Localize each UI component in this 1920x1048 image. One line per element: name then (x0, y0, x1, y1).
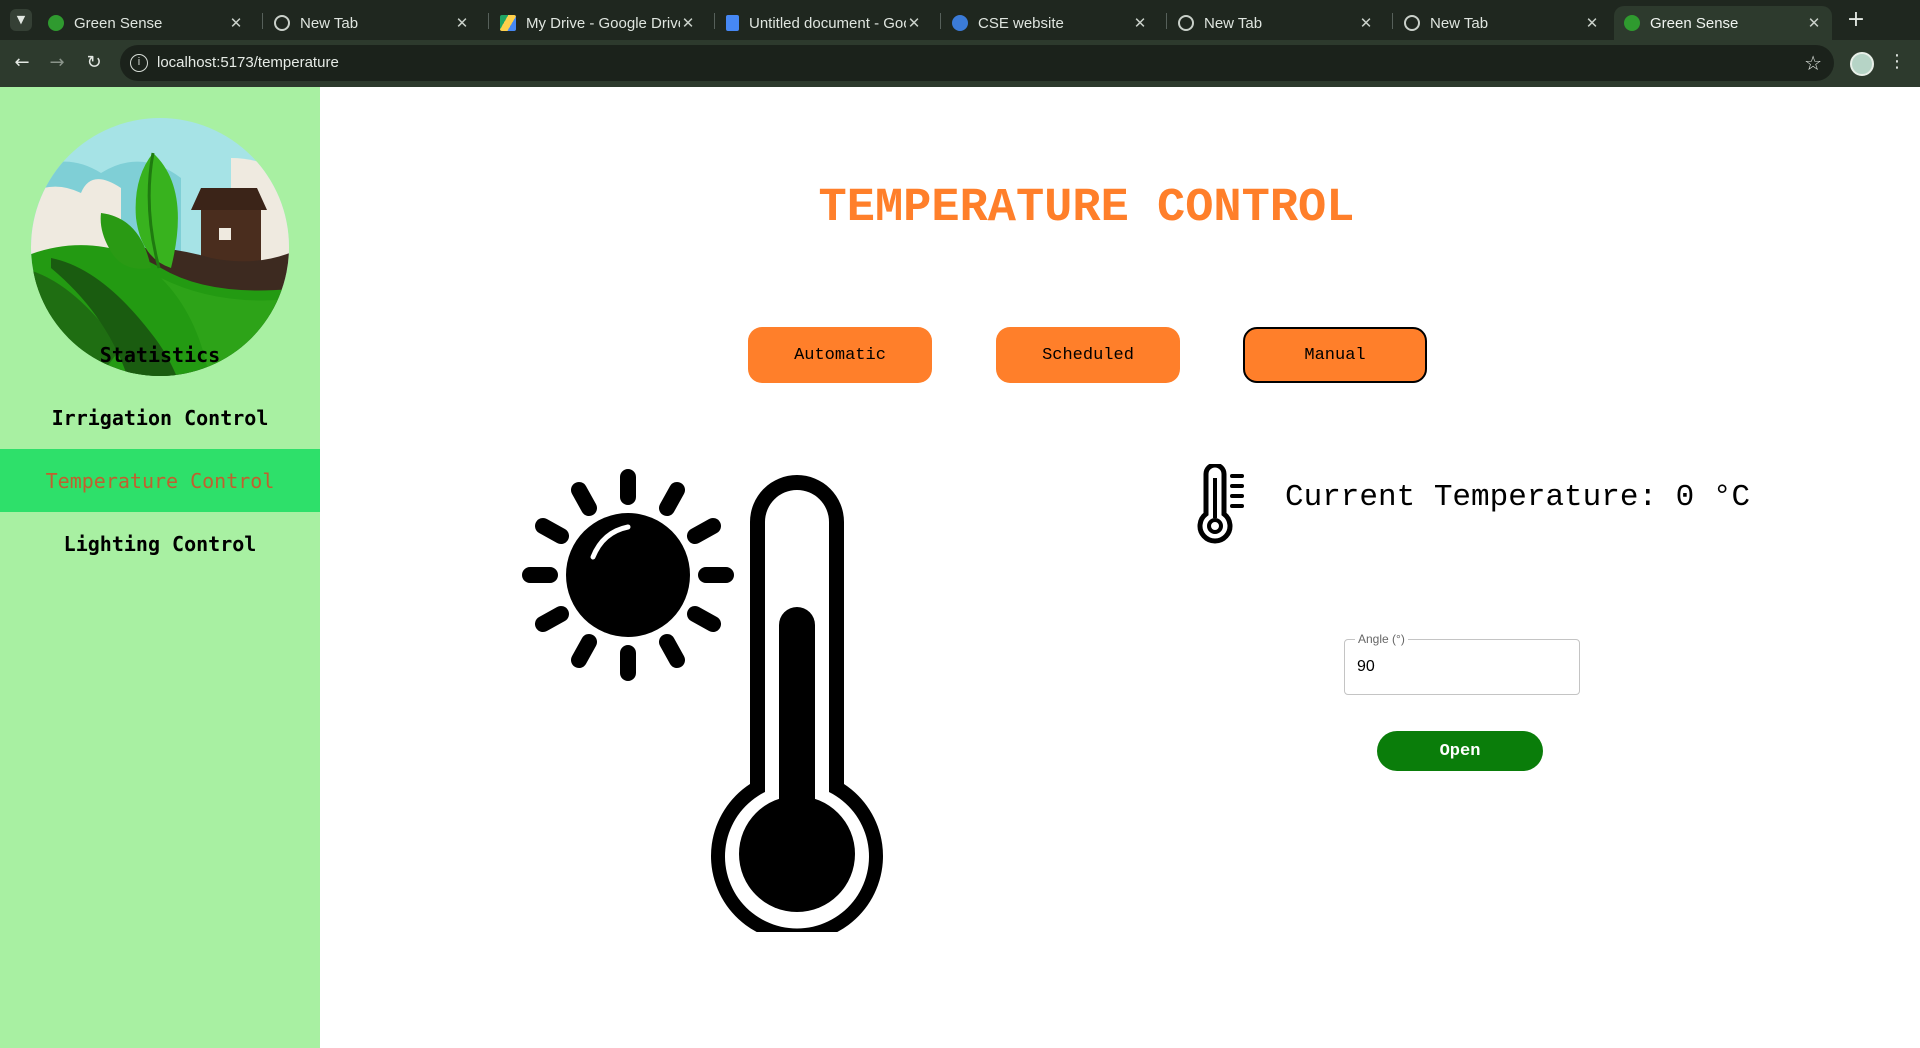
cse-website-icon (952, 15, 968, 31)
current-temperature-text: Current Temperature: 0 °C (1285, 480, 1751, 515)
open-button[interactable]: Open (1377, 731, 1543, 771)
browser-menu-icon[interactable]: ⋮ (1888, 50, 1906, 74)
tab-new-tab-1[interactable]: New Tab ✕ (264, 6, 480, 40)
close-tab-icon[interactable]: ✕ (1132, 14, 1148, 32)
close-tab-icon[interactable]: ✕ (906, 14, 922, 32)
sidebar-item-statistics[interactable]: Statistics (0, 323, 320, 386)
tab-separator (1166, 13, 1167, 29)
automatic-mode-button[interactable]: Automatic (748, 327, 932, 383)
chrome-icon (1178, 15, 1194, 31)
sun-thermometer-icon (522, 469, 883, 932)
green-sense-favicon (1624, 15, 1640, 31)
tab-new-tab-3[interactable]: New Tab ✕ (1394, 6, 1610, 40)
angle-field-label: Angle (°) (1355, 632, 1408, 646)
tab-title: Green Sense (74, 14, 163, 32)
tab-title: My Drive - Google Drive (526, 14, 680, 32)
manual-mode-button[interactable]: Manual (1243, 327, 1427, 383)
thermometer-icon (1197, 464, 1244, 544)
browser-toolbar: ← → ↻ i localhost:5173/temperature ☆ ⋮ (0, 40, 1920, 87)
google-docs-icon (726, 15, 739, 31)
close-tab-icon[interactable]: ✕ (1584, 14, 1600, 32)
tab-title: Untitled document - Google Docs (749, 14, 906, 32)
tab-title: New Tab (300, 14, 359, 32)
tab-separator (488, 13, 489, 29)
close-tab-icon[interactable]: ✕ (680, 14, 696, 32)
reload-icon[interactable]: ↻ (82, 51, 106, 75)
tab-google-drive[interactable]: My Drive - Google Drive ✕ (490, 6, 706, 40)
chrome-icon (274, 15, 290, 31)
sidebar-item-lighting-control[interactable]: Lighting Control (0, 512, 320, 575)
chrome-icon (1404, 15, 1420, 31)
forward-arrow-icon[interactable]: → (45, 51, 69, 75)
sun-icon (522, 469, 734, 681)
green-sense-favicon (48, 15, 64, 31)
back-arrow-icon[interactable]: ← (10, 51, 34, 75)
angle-input[interactable] (1357, 656, 1557, 678)
scheduled-mode-button[interactable]: Scheduled (996, 327, 1180, 383)
google-drive-icon (500, 15, 516, 31)
large-thermometer-icon (711, 475, 883, 932)
angle-field[interactable]: Angle (°) (1344, 632, 1580, 695)
sidebar: Statistics Irrigation Control Temperatur… (0, 87, 320, 1048)
tab-title: CSE website (978, 14, 1064, 32)
tab-separator (1392, 13, 1393, 29)
tab-title: Green Sense (1650, 14, 1739, 32)
profile-avatar-icon[interactable] (1850, 52, 1874, 76)
close-tab-icon[interactable]: ✕ (228, 14, 244, 32)
page-title: TEMPERATURE CONTROL (818, 182, 1355, 235)
main-content: TEMPERATURE CONTROL Automatic Scheduled … (320, 87, 1920, 1048)
tab-new-tab-2[interactable]: New Tab ✕ (1168, 6, 1384, 40)
new-tab-plus-icon[interactable]: + (1842, 6, 1870, 34)
site-info-icon[interactable]: i (130, 54, 148, 72)
address-bar[interactable]: i localhost:5173/temperature ☆ (120, 45, 1834, 81)
sidebar-item-irrigation-control[interactable]: Irrigation Control (0, 386, 320, 449)
tab-title: New Tab (1204, 14, 1263, 32)
tab-separator (262, 13, 263, 29)
tab-title: New Tab (1430, 14, 1489, 32)
tab-separator (714, 13, 715, 29)
browser-tab-strip: ▼ Green Sense ✕ New Tab ✕ My Drive - Goo… (0, 0, 1920, 40)
close-tab-icon[interactable]: ✕ (454, 14, 470, 32)
tab-cse-website[interactable]: CSE website ✕ (942, 6, 1158, 40)
tab-green-sense-1[interactable]: Green Sense ✕ (38, 6, 254, 40)
close-tab-icon[interactable]: ✕ (1358, 14, 1374, 32)
tab-separator (940, 13, 941, 29)
tab-green-sense-active[interactable]: Green Sense ✕ (1614, 6, 1832, 40)
tab-search-icon[interactable]: ▼ (10, 9, 32, 31)
close-tab-icon[interactable]: ✕ (1806, 14, 1822, 32)
tab-google-docs[interactable]: Untitled document - Google Docs ✕ (716, 6, 932, 40)
sidebar-item-temperature-control[interactable]: Temperature Control (0, 449, 320, 512)
bookmark-star-icon[interactable]: ☆ (1804, 51, 1822, 75)
url-text[interactable]: localhost:5173/temperature (157, 54, 339, 71)
